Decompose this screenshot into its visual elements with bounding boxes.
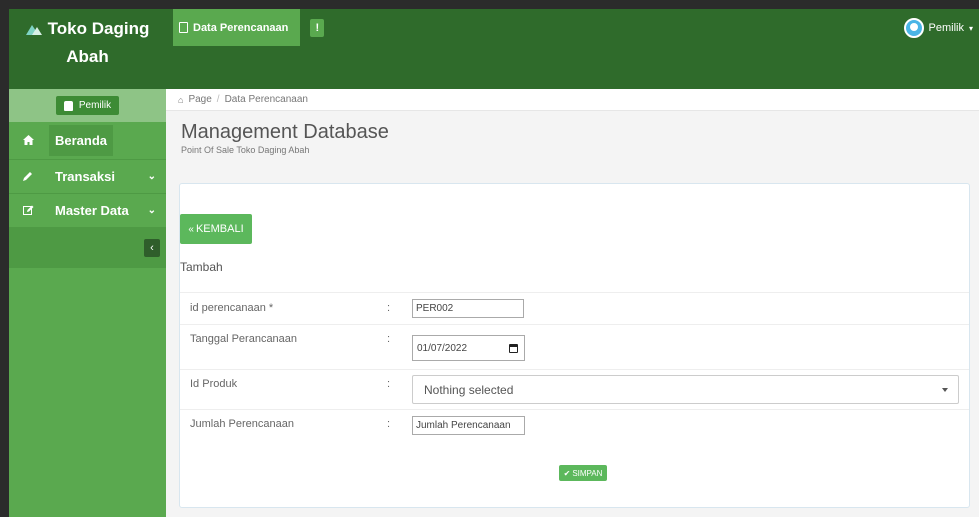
breadcrumb-separator: / xyxy=(216,94,220,105)
breadcrumb-root[interactable]: Page xyxy=(188,94,211,105)
chevron-down-icon: ⌄ xyxy=(147,205,156,216)
brand-title-row: Toko Daging xyxy=(9,19,166,39)
sidebar-collapse-row: ‹ xyxy=(9,228,166,268)
topbar: Data Perencanaan ! Pemilik ▾ xyxy=(166,9,979,89)
jumlah-perencanaan-input[interactable]: Jumlah Perencanaan xyxy=(412,416,525,435)
sidebar-item-transaksi[interactable]: Transaksi ⌄ xyxy=(9,160,166,194)
sidebar-item-label: Master Data xyxy=(55,203,129,218)
back-button-label: KEMBALI xyxy=(195,223,244,235)
select-value: Nothing selected xyxy=(424,382,514,397)
avatar xyxy=(903,18,924,38)
form-row-produk: Id Produk : Nothing selected xyxy=(180,369,969,409)
user-role-label: Pemilik xyxy=(78,100,112,111)
colon: : xyxy=(387,418,391,430)
form-row-id: id perencanaan * : PER002 xyxy=(180,292,969,324)
brand-line2: Abah xyxy=(66,47,109,66)
chevron-down-icon: ⌄ xyxy=(147,171,156,182)
user-menu[interactable]: Pemilik ▾ xyxy=(903,18,973,38)
sidebar-item-label: Beranda xyxy=(49,125,114,156)
tab-data-perencanaan[interactable]: Data Perencanaan xyxy=(173,9,301,46)
brand-line1: Toko Daging xyxy=(47,19,150,38)
sidebar-item-beranda[interactable]: Beranda xyxy=(9,122,166,160)
colon: : xyxy=(387,378,391,390)
check-icon: ✔ xyxy=(563,468,571,478)
form-panel: « KEMBALI Tambah id perencanaan * : PER0… xyxy=(179,183,970,508)
save-button-label: SIMPAN xyxy=(572,468,603,478)
sidebar-item-label: Transaksi xyxy=(55,169,115,184)
sidebar-item-master-data[interactable]: Master Data ⌄ xyxy=(9,194,166,228)
page-title: Management Database xyxy=(181,121,389,143)
tab-label: Data Perencanaan xyxy=(193,21,289,34)
pencil-icon xyxy=(23,170,41,184)
field-label: id perencanaan * xyxy=(190,302,274,314)
id-produk-select[interactable]: Nothing selected xyxy=(412,375,959,404)
field-label: Tanggal Perancanaan xyxy=(190,333,298,345)
form-row-tanggal: Tanggal Perancanaan : 01/07/2022 xyxy=(180,324,969,369)
sidebar-collapse-button[interactable]: ‹ xyxy=(144,239,160,257)
home-icon: ⌂ xyxy=(178,94,184,105)
back-button[interactable]: « KEMBALI xyxy=(180,214,252,244)
caret-down-icon xyxy=(942,388,948,392)
app-frame: Toko Daging Abah Pemilik Beranda Transak… xyxy=(9,9,979,517)
page-subtitle: Point Of Sale Toko Daging Abah xyxy=(181,145,310,155)
brand[interactable]: Toko Daging Abah xyxy=(9,9,166,89)
document-icon xyxy=(179,22,188,33)
user-menu-label: Pemilik xyxy=(928,22,964,34)
notification-tab[interactable]: ! xyxy=(310,18,325,37)
id-perencanaan-input[interactable]: PER002 xyxy=(412,299,524,318)
user-icon xyxy=(63,100,73,111)
colon: : xyxy=(387,302,391,314)
date-value: 01/07/2022 xyxy=(417,342,468,354)
breadcrumb: ⌂ Page / Data Perencanaan xyxy=(166,89,979,111)
user-role-button[interactable]: Pemilik xyxy=(55,96,120,115)
topbar-tabs: Data Perencanaan ! xyxy=(166,9,979,46)
page-header: Management Database Point Of Sale Toko D… xyxy=(181,121,389,155)
field-label: Id Produk xyxy=(190,378,238,390)
tanggal-date-input[interactable]: 01/07/2022 xyxy=(412,335,525,361)
field-label: Jumlah Perencanaan xyxy=(190,418,294,430)
logo-icon xyxy=(25,25,42,35)
calendar-icon[interactable] xyxy=(509,343,518,353)
breadcrumb-current: Data Perencanaan xyxy=(224,94,308,105)
form-section-title: Tambah xyxy=(180,260,223,274)
save-button[interactable]: ✔ SIMPAN xyxy=(559,465,607,481)
colon: : xyxy=(387,333,391,345)
edit-icon xyxy=(23,204,41,218)
double-chevron-left-icon: « xyxy=(188,223,194,235)
user-strip: Pemilik xyxy=(9,89,166,122)
form-row-jumlah: Jumlah Perencanaan : Jumlah Perencanaan xyxy=(180,409,969,449)
home-icon xyxy=(23,134,41,148)
sidebar: Toko Daging Abah Pemilik Beranda Transak… xyxy=(9,9,166,517)
caret-down-icon: ▾ xyxy=(968,23,973,33)
